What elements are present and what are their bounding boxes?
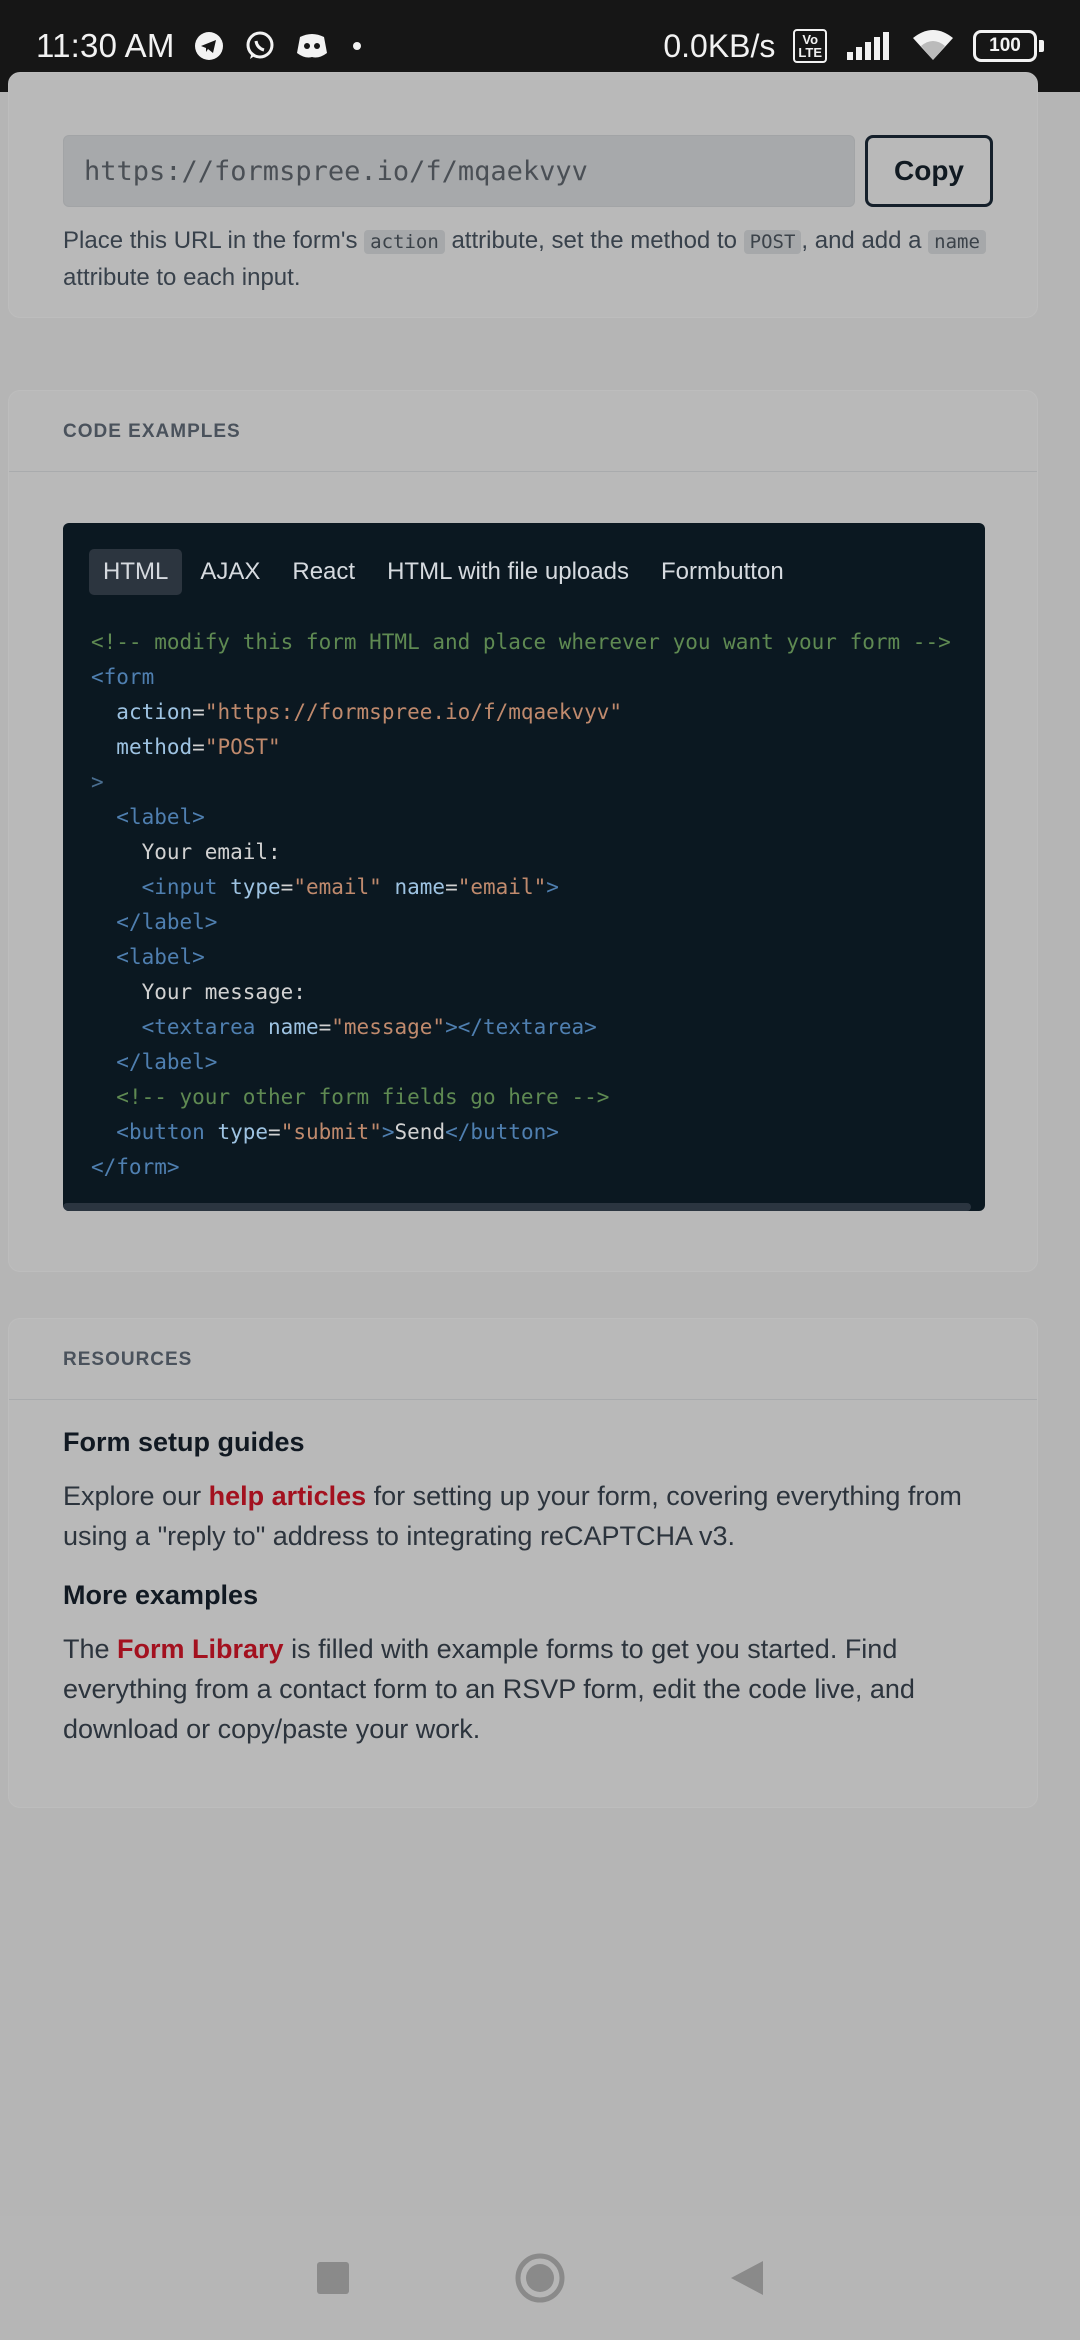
resources-body: Form setup guides Explore our help artic… bbox=[63, 1427, 993, 1773]
section-title-code-examples: CODE EXAMPLES bbox=[63, 421, 241, 442]
volte-icon: Vo LTE bbox=[793, 29, 827, 63]
discord-icon bbox=[295, 31, 329, 61]
code-tabs: HTML AJAX React HTML with file uploads F… bbox=[89, 549, 798, 595]
resources-card: RESOURCES Form setup guides Explore our … bbox=[8, 1318, 1038, 1808]
network-speed: 0.0KB/s bbox=[663, 27, 776, 64]
battery-level: 100 bbox=[973, 30, 1037, 62]
resources-header: RESOURCES bbox=[9, 1319, 1037, 1400]
code-name: name bbox=[928, 230, 986, 254]
examples-text: The Form Library is filled with example … bbox=[63, 1634, 915, 1744]
signal-icon bbox=[845, 30, 893, 62]
endpoint-help-text: Place this URL in the form's action attr… bbox=[63, 223, 1003, 295]
wifi-icon bbox=[911, 28, 955, 64]
examples-heading: More examples bbox=[63, 1580, 259, 1610]
telegram-icon bbox=[193, 30, 225, 62]
home-icon[interactable] bbox=[500, 2238, 580, 2318]
code-examples-header: CODE EXAMPLES bbox=[9, 391, 1037, 472]
help-articles-link[interactable]: help articles bbox=[209, 1481, 367, 1511]
more-notifications-dot bbox=[347, 36, 367, 56]
tab-react[interactable]: React bbox=[278, 549, 369, 595]
guides-heading: Form setup guides bbox=[63, 1427, 305, 1457]
copy-button[interactable]: Copy bbox=[865, 135, 993, 207]
code-action: action bbox=[364, 230, 445, 254]
code-examples-card: CODE EXAMPLES HTML AJAX React HTML with … bbox=[8, 390, 1038, 1272]
form-endpoint-card: https://formspree.io/f/mqaekvyv Copy Pla… bbox=[8, 72, 1038, 318]
tab-formbutton[interactable]: Formbutton bbox=[647, 549, 798, 595]
status-time: 11:30 AM bbox=[36, 27, 175, 64]
tab-html-file-uploads[interactable]: HTML with file uploads bbox=[373, 549, 643, 595]
section-title-resources: RESOURCES bbox=[63, 1349, 193, 1370]
tab-ajax[interactable]: AJAX bbox=[186, 549, 274, 595]
code-horizontal-scrollbar[interactable] bbox=[63, 1203, 971, 1211]
recent-apps-icon[interactable] bbox=[293, 2238, 373, 2318]
system-nav-bar bbox=[0, 2216, 1080, 2340]
tab-html[interactable]: HTML bbox=[89, 549, 183, 595]
endpoint-url-field[interactable]: https://formspree.io/f/mqaekvyv bbox=[63, 135, 855, 207]
back-icon[interactable] bbox=[707, 2238, 787, 2318]
guides-text: Explore our help articles for setting up… bbox=[63, 1481, 962, 1551]
page-content: https://formspree.io/f/mqaekvyv Copy Pla… bbox=[0, 72, 1080, 2216]
code-post: POST bbox=[743, 230, 802, 254]
endpoint-row: https://formspree.io/f/mqaekvyv Copy bbox=[63, 135, 993, 207]
form-library-link[interactable]: Form Library bbox=[117, 1634, 284, 1664]
code-panel: HTML AJAX React HTML with file uploads F… bbox=[63, 523, 985, 1211]
code-block: <!-- modify this form HTML and place whe… bbox=[91, 630, 951, 1179]
battery-icon: 100 bbox=[973, 30, 1044, 62]
whatsapp-icon bbox=[243, 29, 277, 63]
